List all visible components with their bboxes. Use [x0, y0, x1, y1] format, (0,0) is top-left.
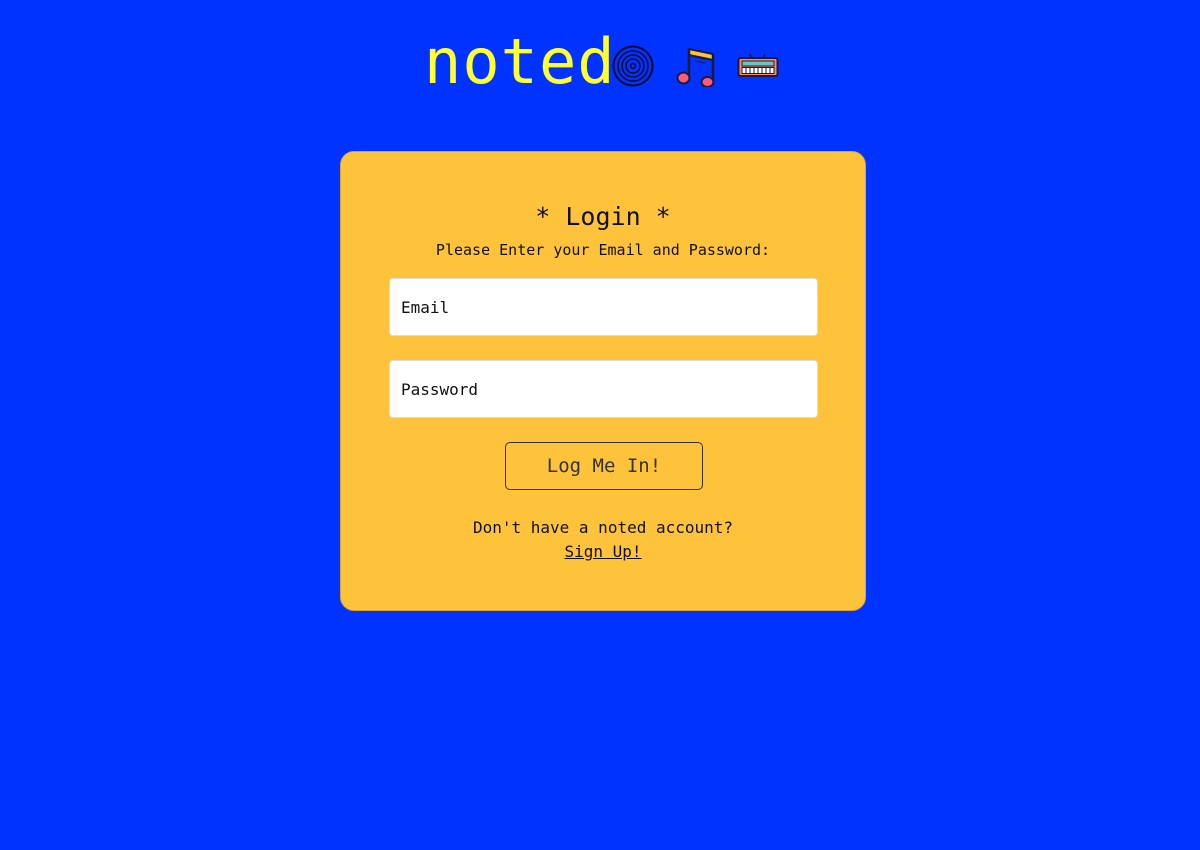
- email-field[interactable]: [389, 278, 818, 336]
- radio-icon: [737, 53, 779, 83]
- music-note-icon: [675, 45, 717, 91]
- signup-link[interactable]: Sign Up!: [564, 542, 641, 561]
- password-field[interactable]: [389, 360, 818, 418]
- login-title: * Login *: [535, 202, 671, 231]
- login-button[interactable]: Log Me In!: [505, 442, 703, 490]
- signup-prompt: Don't have a noted account?: [472, 518, 734, 537]
- app-logo: noted: [424, 25, 616, 98]
- login-card: * Login * Please Enter your Email and Pa…: [340, 151, 866, 611]
- header: noted: [0, 22, 1200, 102]
- signup-link-container: Sign Up!: [341, 542, 865, 561]
- login-subtitle: Please Enter your Email and Password:: [435, 241, 771, 259]
- vinyl-record-icon: [612, 45, 654, 91]
